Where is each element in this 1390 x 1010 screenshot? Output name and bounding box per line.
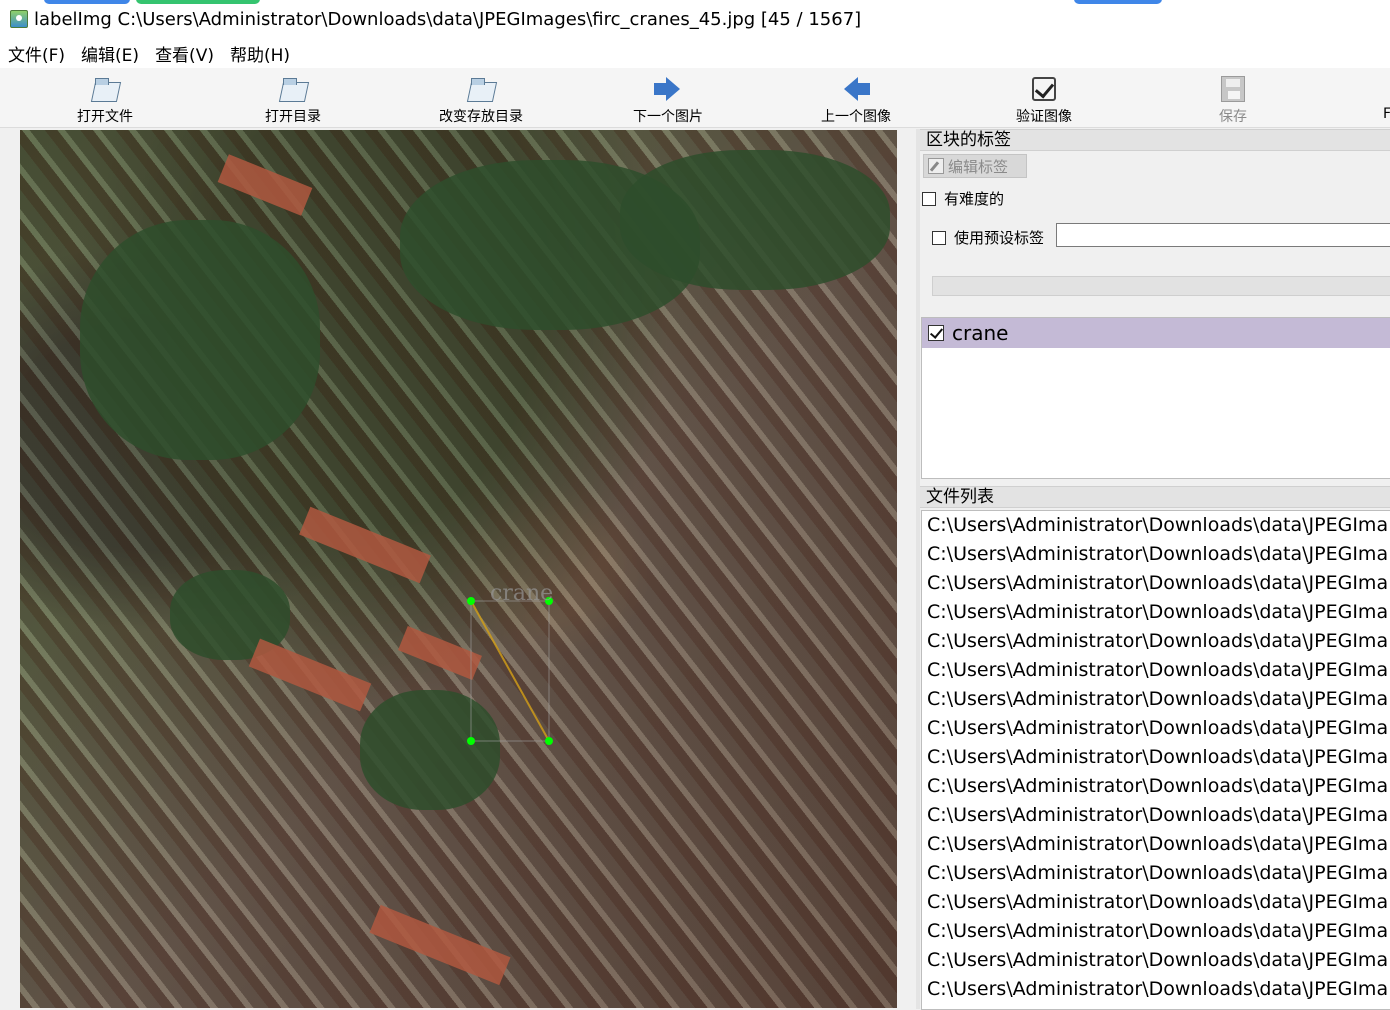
labelimg-app-icon	[10, 10, 28, 28]
file-list-item[interactable]: C:\Users\Administrator\Downloads\data\JP…	[922, 569, 1390, 598]
file-list-item[interactable]: C:\Users\Administrator\Downloads\data\JP…	[922, 801, 1390, 830]
background-window-tab	[1074, 0, 1162, 4]
label-list: crane	[921, 317, 1390, 479]
window-title: labelImg C:\Users\Administrator\Download…	[34, 8, 862, 30]
menu-view[interactable]: 查看(V)	[155, 41, 214, 66]
file-list-item[interactable]: C:\Users\Administrator\Downloads\data\JP…	[922, 511, 1390, 540]
folder-icon	[279, 76, 307, 102]
save-label: 保存	[1219, 109, 1247, 125]
image-canvas-area: crane	[0, 129, 918, 1009]
menu-bar: 文件(F) 编辑(E) 查看(V) 帮助(H)	[0, 38, 1390, 68]
floppy-disk-icon	[1221, 76, 1245, 102]
pencil-icon	[928, 158, 944, 174]
file-list-header: 文件列表	[920, 486, 1390, 508]
window-title-bar: labelImg C:\Users\Administrator\Download…	[0, 0, 1390, 38]
use-default-label-row[interactable]: 使用预设标签	[932, 227, 1044, 248]
file-list-item[interactable]: C:\Users\Administrator\Downloads\data\JP…	[922, 859, 1390, 888]
verify-image-button[interactable]: 验证图像	[984, 72, 1104, 126]
box-corner-handle[interactable]	[467, 737, 475, 745]
next-image-label: 下一个图片	[633, 109, 703, 125]
use-default-label-checkbox[interactable]	[932, 230, 946, 245]
box-corner-handle[interactable]	[467, 597, 475, 605]
change-save-dir-button[interactable]: 改变存放目录	[421, 72, 541, 126]
file-list-item[interactable]: C:\Users\Administrator\Downloads\data\JP…	[922, 656, 1390, 685]
aerial-image-canvas[interactable]: crane	[20, 130, 897, 1008]
background-window-tab	[136, 0, 260, 4]
folder-icon	[467, 76, 495, 102]
folder-icon	[91, 76, 119, 102]
bounding-box-label: crane	[490, 581, 554, 606]
label-scrollbar[interactable]	[932, 276, 1390, 296]
file-list-item[interactable]: C:\Users\Administrator\Downloads\data\JP…	[922, 598, 1390, 627]
file-list-item[interactable]: C:\Users\Administrator\Downloads\data\JP…	[922, 685, 1390, 714]
crane-box-diagonal	[470, 600, 550, 742]
file-list-item[interactable]: C:\Users\Administrator\Downloads\data\JP…	[922, 714, 1390, 743]
edit-label-text: 编辑标签	[948, 157, 1009, 176]
label-visible-checkbox[interactable]	[928, 325, 944, 341]
next-image-button[interactable]: 下一个图片	[608, 72, 728, 126]
file-list-item[interactable]: C:\Users\Administrator\Downloads\data\JP…	[922, 627, 1390, 656]
use-default-label-text: 使用预设标签	[954, 229, 1045, 247]
box-corner-handle[interactable]	[545, 737, 553, 745]
open-dir-label: 打开目录	[265, 109, 321, 125]
label-name: crane	[952, 321, 1009, 345]
save-button[interactable]: 保存	[1173, 72, 1293, 126]
prev-image-label: 上一个图像	[821, 109, 891, 125]
open-dir-button[interactable]: 打开目录	[233, 72, 353, 126]
prev-image-button[interactable]: 上一个图像	[796, 72, 916, 126]
file-list-item[interactable]: C:\Users\Administrator\Downloads\data\JP…	[922, 946, 1390, 975]
difficult-checkbox-row[interactable]: 有难度的	[922, 188, 1004, 209]
edit-label-button[interactable]: 编辑标签	[923, 154, 1027, 178]
file-list-item[interactable]: C:\Users\Administrator\Downloads\data\JP…	[922, 917, 1390, 946]
arrow-right-icon	[654, 77, 680, 101]
difficult-label: 有难度的	[944, 190, 1005, 208]
open-file-button[interactable]: 打开文件	[45, 72, 165, 126]
file-list-panel: 文件列表 C:\Users\Administrator\Downloads\da…	[920, 486, 1390, 1010]
file-list-item[interactable]: C:\Users\Administrator\Downloads\data\JP…	[922, 888, 1390, 917]
file-list-item[interactable]: C:\Users\Administrator\Downloads\data\JP…	[922, 975, 1390, 1004]
file-list-item[interactable]: C:\Users\Administrator\Downloads\data\JP…	[922, 540, 1390, 569]
box-labels-panel: 区块的标签 编辑标签 有难度的 使用预设标签 crane	[920, 129, 1390, 479]
box-labels-header: 区块的标签	[920, 129, 1390, 151]
file-list-item[interactable]: C:\Users\Administrator\Downloads\data\JP…	[922, 772, 1390, 801]
file-list: C:\Users\Administrator\Downloads\data\JP…	[921, 510, 1390, 1010]
background-window-tab	[44, 0, 130, 4]
checkmark-icon	[1032, 77, 1056, 101]
menu-file[interactable]: 文件(F)	[8, 41, 65, 66]
menu-help[interactable]: 帮助(H)	[230, 41, 290, 66]
change-save-dir-label: 改变存放目录	[439, 109, 523, 125]
label-list-item[interactable]: crane	[922, 318, 1390, 348]
default-label-input[interactable]	[1056, 223, 1390, 247]
truncated-toolbar-label[interactable]: F	[1383, 106, 1390, 122]
verify-image-label: 验证图像	[1016, 109, 1072, 125]
menu-edit[interactable]: 编辑(E)	[81, 41, 139, 66]
arrow-left-icon	[844, 77, 870, 101]
file-list-item[interactable]: C:\Users\Administrator\Downloads\data\JP…	[922, 743, 1390, 772]
file-list-item[interactable]: C:\Users\Administrator\Downloads\data\JP…	[922, 830, 1390, 859]
annotation-overlay	[467, 597, 553, 745]
difficult-checkbox[interactable]	[922, 191, 936, 206]
toolbar: 打开文件 打开目录 改变存放目录 下一个图片 上一个图像 验证图像 保存 F	[0, 68, 1390, 128]
open-file-label: 打开文件	[77, 109, 133, 125]
